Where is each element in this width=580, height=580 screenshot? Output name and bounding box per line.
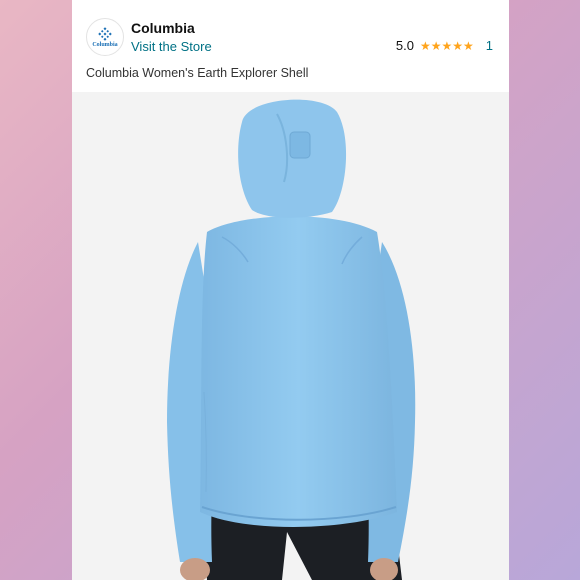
product-card: Columbia Columbia Visit the Store 5.0 ★ … [72,0,509,580]
product-title: Columbia Women's Earth Explorer Shell [86,66,309,80]
visit-store-link[interactable]: Visit the Store [131,39,212,54]
jacket-back-view-image [72,92,509,580]
star-icon: ★ [463,38,474,53]
star-icon: ★ [452,38,463,53]
star-icon: ★ [419,38,431,53]
product-photo[interactable] [72,92,509,580]
star-icon: ★ [441,38,453,53]
rating-count[interactable]: 1 [486,38,493,53]
brand-name[interactable]: Columbia [131,20,195,36]
logo-wordmark: Columbia [92,41,118,48]
columbia-diamond-icon [98,26,112,41]
brand-logo[interactable]: Columbia [86,18,124,56]
star-rating: ★ ★ ★ ★ ★ [420,40,474,52]
rating-summary[interactable]: 5.0 ★ ★ ★ ★ ★ 1 [396,38,493,53]
product-header: Columbia Columbia Visit the Store 5.0 ★ … [72,0,509,92]
star-icon: ★ [430,38,442,53]
rating-value: 5.0 [395,38,414,53]
